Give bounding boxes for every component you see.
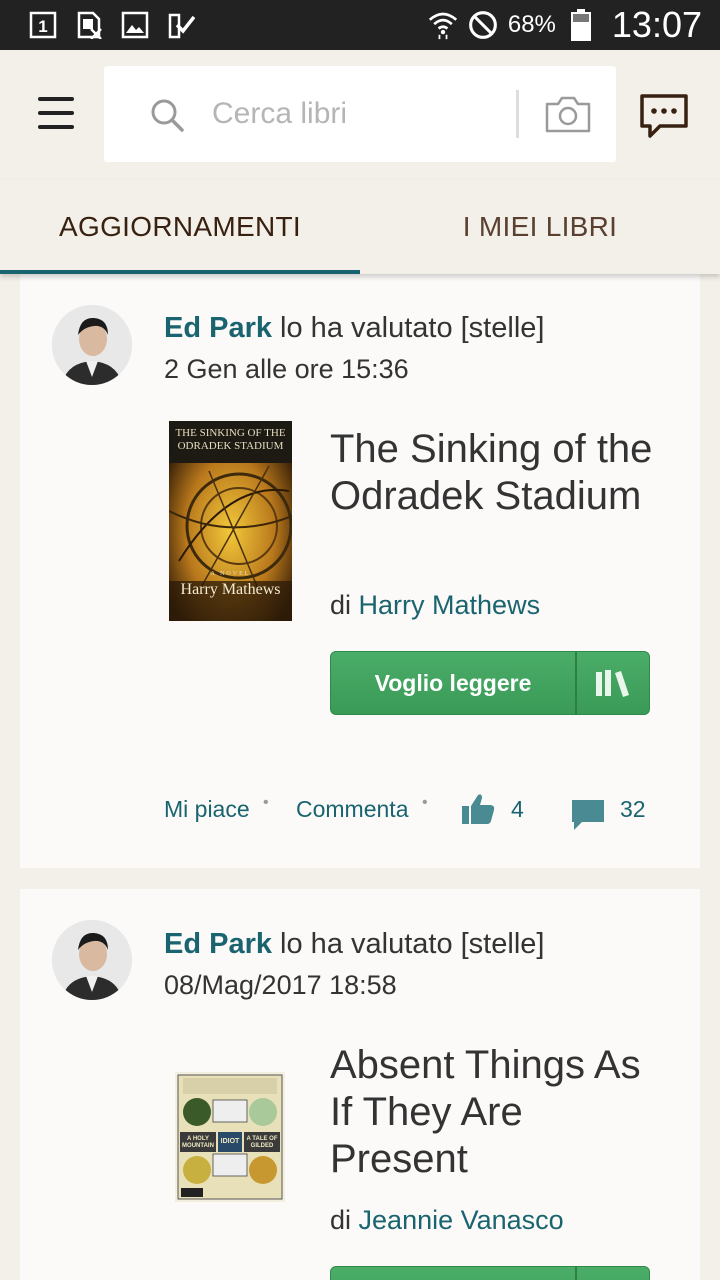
by-label: di [330,1205,359,1235]
book-cover[interactable]: THE SINKING OF THE ODRADEK STADIUM A NOV… [169,421,292,621]
cover-title: THE SINKING OF THE ODRADEK STADIUM [175,427,286,452]
wifi-icon [428,10,458,40]
cover-label: A TALE OF GILDED [246,1136,278,1149]
shelf-picker-button[interactable] [577,652,649,714]
feed-card: Ed Park lo ha valutato [stelle] 08/Mag/2… [20,889,700,1280]
comment-count: 32 [620,796,646,822]
want-to-read-button-group [330,1266,650,1280]
want-to-read-button-group: Voglio leggere [330,651,650,715]
do-not-disturb-icon [468,10,498,40]
activity-date: 08/Mag/2017 18:58 [164,970,397,1000]
messages-icon[interactable] [638,92,690,140]
cover-label: IDIOT [220,1138,240,1145]
avatar[interactable] [52,305,132,385]
by-label: di [330,590,359,620]
activity-headline: Ed Park lo ha valutato [stelle] [164,928,544,961]
cover-subtitle: A NOVEL [210,571,251,577]
image-icon [120,10,150,40]
want-to-read-button[interactable]: Voglio leggere [331,652,575,714]
sim-1-icon: 1 [28,10,58,40]
separator-dot: • [263,794,269,811]
book-cover[interactable]: A HOLY MOUNTAIN A TALE OF GILDED IDIOT [175,1072,285,1202]
tab-bar: AGGIORNAMENTI I MIEI LIBRI [0,180,720,274]
want-to-read-button[interactable] [331,1267,575,1280]
book-author-line: di Jeannie Vanasco [330,1205,564,1236]
search-box [104,66,616,162]
activity-text: lo ha valutato [stelle] [272,928,545,960]
tab-i-miei-libri[interactable]: I MIEI LIBRI [360,180,720,274]
comment-icon[interactable] [570,798,606,832]
avatar[interactable] [52,920,132,1000]
activity-date: 2 Gen alle ore 15:36 [164,354,409,384]
camera-icon[interactable] [544,94,592,134]
book-title[interactable]: Absent Things As If They Are Present [330,1042,670,1183]
app-toolbar [0,50,720,180]
feed-card: Ed Park lo ha valutato [stelle] 2 Gen al… [20,274,700,868]
clock: 13:07 [611,4,702,45]
active-tab-indicator [0,270,360,274]
author-link[interactable]: Jeannie Vanasco [359,1205,564,1235]
cover-label: A HOLY MOUNTAIN [182,1136,214,1149]
activity-headline: Ed Park lo ha valutato [stelle] [164,312,544,345]
thumbs-up-icon[interactable] [460,792,496,826]
battery-percentage: 68% [507,11,556,38]
author-link[interactable]: Harry Mathews [359,590,541,620]
user-link[interactable]: Ed Park [164,312,272,344]
hamburger-menu-icon[interactable] [34,93,78,133]
no-sim-icon [74,10,104,40]
shelf-picker-button[interactable] [577,1267,649,1280]
separator-dot: • [422,794,428,811]
book-author-line: di Harry Mathews [330,590,540,621]
tab-aggiornamenti[interactable]: AGGIORNAMENTI [0,180,360,274]
activity-text: lo ha valutato [stelle] [272,312,545,344]
battery-icon [566,9,596,41]
user-link[interactable]: Ed Park [164,928,272,960]
checklist-icon [166,10,196,40]
card-actions: Mi piace • Commenta • 4 32 [164,792,664,830]
like-count: 4 [511,796,524,822]
search-icon [151,99,184,132]
cover-author: Harry Mathews [180,581,281,598]
search-input[interactable] [212,86,502,142]
svg-text:1: 1 [38,17,47,36]
update-feed[interactable]: Ed Park lo ha valutato [stelle] 2 Gen al… [0,274,720,1280]
search-divider [516,90,519,138]
status-bar: 1 68% 13:07 [0,0,720,50]
like-link[interactable]: Mi piace [164,796,250,823]
bookshelf-icon [596,670,629,697]
comment-link[interactable]: Commenta [296,796,408,823]
book-title[interactable]: The Sinking of the Odradek Stadium [330,426,670,520]
